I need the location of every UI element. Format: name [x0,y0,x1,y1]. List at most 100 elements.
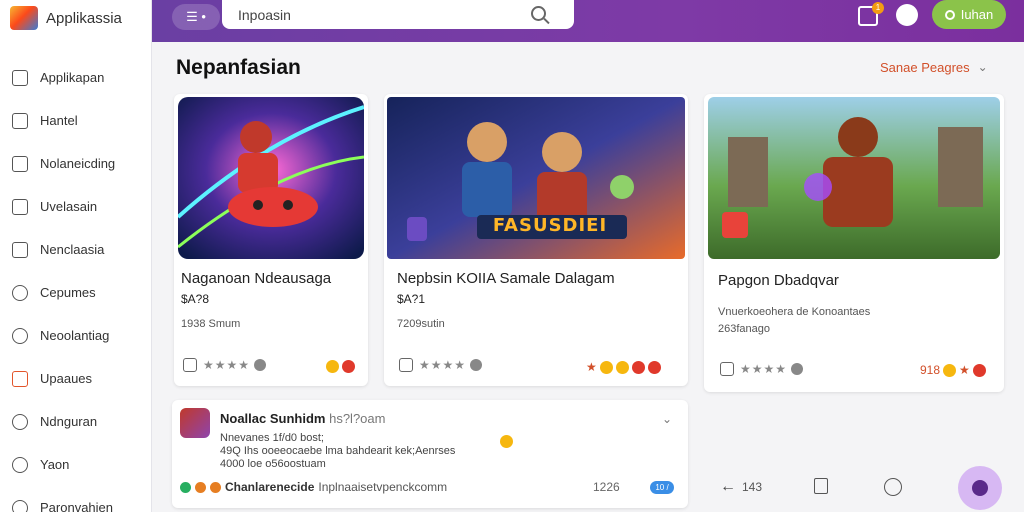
search-icon [12,327,28,344]
sidebar-item-4[interactable]: Nenclaasia [0,228,151,271]
fire-icon [342,360,355,373]
card-footer: ★★★★ [399,358,483,372]
sidebar-item-9[interactable]: Yaon [0,443,151,486]
sidebar-item-6[interactable]: Neoolantiag [0,314,151,357]
share-control[interactable] [814,478,828,494]
sidebar-item-label: Neoolantiag [40,328,110,343]
sort-label: Sanae Peagres [880,60,970,75]
back-control[interactable]: ← 143 [720,478,762,496]
search-icon[interactable] [531,6,546,21]
review-line: 4000 loe o56oostuam [220,458,326,470]
review-card[interactable]: Noallac Sunhidm hs?l?oam ⌄ Nnevanes 1f/d… [172,400,688,508]
card-badges: 918 ★ [920,363,986,377]
status-dot-icon [180,481,191,493]
app-card[interactable]: FASUSDIEI Nepbsin KOIIA Samale Dalagam $… [384,94,688,386]
sidebar-item-label: Nenclaasia [40,242,105,257]
chart-icon [12,112,28,129]
app-card[interactable]: Papgon Dbadqvar Vnuerkoeohera de Konoant… [704,94,1004,392]
globe-icon [470,359,483,371]
card-badges: ★ [586,360,661,374]
review-subtitle: hs?l?oam [329,411,386,426]
sidebar-item-label: Upaaues [40,371,93,386]
flag-icon [631,360,645,374]
review-link[interactable]: Inplnaaisetvpenckcomm [318,480,447,494]
notification-badge: 1 [872,2,884,14]
sidebar-item-label: Nolaneicding [40,156,116,171]
menu-button[interactable]: ☰ • [172,4,220,30]
select-checkbox[interactable] [399,358,413,372]
review-line: Nnevanes 1f/d0 bost; [220,432,324,444]
sidebar-item-label: Ndnguran [40,414,98,429]
fire-icon [647,360,661,374]
mail-icon [12,370,28,387]
chevron-down-icon[interactable]: ⌄ [662,412,672,426]
review-badge: 10 / [650,481,674,494]
select-checkbox[interactable] [720,362,734,376]
star-icon: ★ [586,360,597,374]
rating-stars: ★★★★ [740,362,788,376]
chat-icon [12,413,28,430]
review-header: Noallac Sunhidm hs?l?oam [220,411,385,426]
app-name: Applikassia [46,9,122,27]
login-icon [944,9,955,20]
game-banner: FASUSDIEI [492,215,608,236]
coin-icon [615,360,629,374]
app-thumbnail: FASUSDIEI [387,97,685,259]
chat-fab-button[interactable] [958,466,1002,510]
app-title: Papgon Dbadqvar [718,272,839,289]
app-card[interactable]: Naganoan Ndeausaga $A?8 1938 Smum ★★★★ [174,94,368,386]
review-line: 49Q Ihs ooeeocaebe lma bahdearit kek;Aen… [220,445,456,457]
coin-icon [500,435,513,448]
sidebar-item-10[interactable]: Paronvahien [0,486,151,512]
sidebar-item-7[interactable]: Upaaues [0,357,151,400]
avatar[interactable] [896,4,918,26]
globe-icon [254,359,267,371]
notifications-icon[interactable]: 1 [858,2,884,26]
sidebar-item-label: Hantel [40,113,78,128]
star-icon: ★ [959,363,970,377]
sidebar-item-label: Paronvahien [40,500,113,512]
sidebar-item-3[interactable]: Uvelasain [0,185,151,228]
login-label: Iuhan [960,7,994,22]
app-logo-icon [10,6,38,30]
settings-control[interactable] [884,478,902,496]
app-meta: Vnuerkoeohera de Konoantaes [718,306,871,318]
app-title: Nepbsin KOIIA Samale Dalagam [397,270,615,287]
app-price: $A?8 [181,292,210,306]
review-author[interactable]: Chanlarenecide [225,480,314,494]
sidebar-item-2[interactable]: Nolaneicding [0,142,151,185]
card-footer: ★★★★ [720,362,804,376]
app-title: Naganoan Ndeausaga [181,270,332,287]
sidebar-nav: Applikapan Hantel Nolaneicding Uvelasain… [0,56,151,512]
sidebar-item-0[interactable]: Applikapan [0,56,151,99]
sidebar-item-label: Uvelasain [40,199,98,214]
back-count: 143 [742,480,763,494]
login-button[interactable]: Iuhan [932,0,1006,29]
columns-icon [12,198,28,215]
coin-icon [326,360,339,373]
sort-dropdown[interactable]: Sanae Peagres ⌄ [880,60,988,75]
square-icon [12,69,28,86]
search-input[interactable] [238,6,518,23]
coin-icon [210,481,221,493]
app-thumbnail [708,97,1000,259]
sidebar-item-5[interactable]: Cepumes [0,271,151,314]
brand[interactable]: Applikassia [0,0,151,36]
card-count: 918 [920,363,941,377]
share-icon [814,478,828,494]
coin-icon [943,363,957,377]
card-footer: ★★★★ [183,358,267,372]
sidebar-item-label: Applikapan [40,70,105,85]
sidebar-item-1[interactable]: Hantel [0,99,151,142]
select-checkbox[interactable] [183,358,197,372]
sidebar-item-label: Yaon [40,457,70,472]
app-meta: 1938 Smum [181,318,241,330]
settings-icon [884,478,902,496]
sidebar-item-8[interactable]: Ndnguran [0,400,151,443]
page-title: Nepanfasian [176,56,301,79]
document-icon [12,241,28,258]
app-icon [180,408,210,438]
top-bar: ☰ • 1 Iuhan [152,0,1024,42]
rating-stars: ★★★★ [203,358,251,372]
fire-icon [972,363,986,377]
